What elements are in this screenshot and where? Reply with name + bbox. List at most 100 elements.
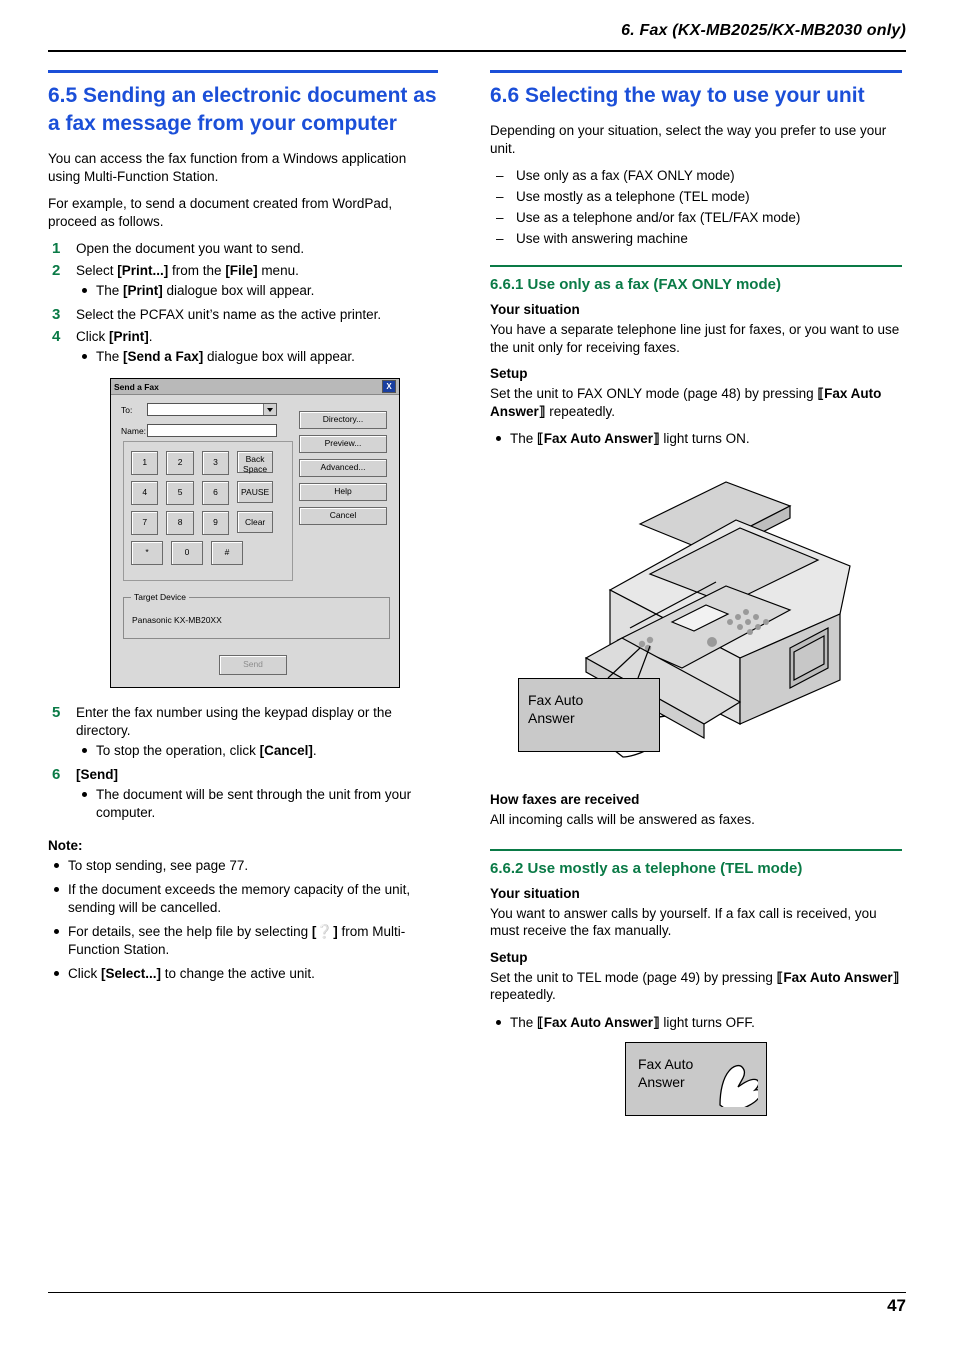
how-faxes-label: How faxes are received xyxy=(490,792,640,807)
option-1: Use only as a fax (FAX ONLY mode) xyxy=(490,167,902,185)
step-text: Select [Print...] from the [File] menu. xyxy=(76,263,299,278)
tel-mode-illustration: Fax Auto Answer xyxy=(490,1041,902,1142)
key-pause[interactable]: PAUSE xyxy=(237,481,274,503)
key-3[interactable]: 3 xyxy=(201,451,230,475)
key-9[interactable]: 9 xyxy=(201,511,230,535)
key-backspace[interactable]: Back Space xyxy=(237,451,274,474)
situation-label-2: Your situation xyxy=(490,885,580,901)
target-device-group: Target Device Panasonic KX-MB20XX xyxy=(123,592,390,639)
note-item-4: Click [Select...] to change the active u… xyxy=(48,965,438,983)
key-hash[interactable]: # xyxy=(211,541,243,565)
preview-button[interactable]: Preview... xyxy=(299,435,387,453)
target-device-value: Panasonic KX-MB20XX xyxy=(132,615,222,625)
keypad-row-3: 7 8 9 Clear xyxy=(131,511,281,535)
step-number: 1 xyxy=(52,240,61,257)
step-bullet-text: The document will be sent through the un… xyxy=(96,787,412,820)
step-5: 5 Enter the fax number using the keypad … xyxy=(48,704,438,760)
close-icon[interactable]: X xyxy=(382,380,396,393)
intro-paragraph-2: For example, to send a document created … xyxy=(48,196,393,229)
footer-rule xyxy=(48,1292,906,1293)
fax-auto-answer-callout-2: Fax Auto Answer xyxy=(625,1041,767,1116)
step-bullet: The [Send a Fax] dialogue box will appea… xyxy=(76,348,438,366)
key-2[interactable]: 2 xyxy=(166,451,194,475)
setup-bullet-2: The ⟦Fax Auto Answer⟧ light turns OFF. xyxy=(490,1014,902,1032)
how-faxes-text: All incoming calls will be answered as f… xyxy=(490,812,755,827)
hand-icon xyxy=(719,1064,758,1107)
setup-bullet: The ⟦Fax Auto Answer⟧ light turns ON. xyxy=(490,430,902,448)
dialog-title: Send a Fax xyxy=(114,381,159,392)
callout-label-2: Fax Auto Answer xyxy=(638,1055,694,1090)
key-4[interactable]: 4 xyxy=(131,481,159,505)
option-4: Use with answering machine xyxy=(490,230,902,248)
step-1: 1 Open the document you want to send. xyxy=(48,240,438,258)
help-question-icon: ❔ xyxy=(316,924,334,939)
setup-label: Setup xyxy=(490,366,528,381)
section-title-66: 6.6 Selecting the way to use your unit xyxy=(490,84,865,107)
intro-paragraph-1: You can access the fax function from a W… xyxy=(48,151,407,184)
option-3: Use as a telephone and/or fax (TEL/FAX m… xyxy=(490,209,902,227)
key-6[interactable]: 6 xyxy=(201,481,230,505)
keypad-row-1: 1 2 3 Back Space xyxy=(131,451,281,475)
step-4: 4 Click [Print]. The [Send a Fax] dialog… xyxy=(48,328,438,366)
directory-button[interactable]: Directory... xyxy=(299,411,387,429)
to-label: To: xyxy=(121,404,133,415)
step-text: [Send] xyxy=(76,767,118,782)
send-button[interactable]: Send xyxy=(219,655,287,675)
step-bullet: The [Print] dialogue box will appear. xyxy=(76,282,438,300)
step-6: 6 [Send] The document will be sent throu… xyxy=(48,766,438,822)
callout-label: Fax Auto Answer xyxy=(528,692,584,726)
keypad-row-4: * 0 # xyxy=(131,541,281,565)
key-8[interactable]: 8 xyxy=(166,511,194,535)
printer-illustration: Fax Auto Answer xyxy=(490,462,902,792)
situation-text: You have a separate telephone line just … xyxy=(490,322,900,355)
step-text: Open the document you want to send. xyxy=(76,241,305,256)
key-5[interactable]: 5 xyxy=(166,481,194,505)
advanced-button[interactable]: Advanced... xyxy=(299,459,387,477)
subsection-title-661: 6.6.1 Use only as a fax (FAX ONLY mode) xyxy=(490,276,781,293)
to-input[interactable] xyxy=(147,403,277,416)
note-item-2: If the document exceeds the memory capac… xyxy=(48,881,438,917)
subsection-rule-661 xyxy=(490,265,902,267)
note-item-3: For details, see the help file by select… xyxy=(48,923,438,959)
step-text: Enter the fax number using the keypad di… xyxy=(76,705,392,738)
subsection-title-662: 6.6.2 Use mostly as a telephone (TEL mod… xyxy=(490,859,803,877)
page-number: 47 xyxy=(887,1296,906,1315)
setup-text-2: Set the unit to TEL mode (page 49) by pr… xyxy=(490,969,900,1003)
fax-auto-answer-callout: Fax Auto Answer xyxy=(518,678,660,752)
step-number: 2 xyxy=(52,262,61,279)
situation-text-2: You want to answer calls by yourself. If… xyxy=(490,905,877,939)
help-button[interactable]: Help xyxy=(299,483,387,501)
key-1[interactable]: 1 xyxy=(131,451,159,475)
setup-label-2: Setup xyxy=(490,949,528,965)
page-header-title: 6. Fax (KX-MB2025/KX-MB2030 only) xyxy=(621,22,906,39)
key-0[interactable]: 0 xyxy=(171,541,203,565)
keypad: 1 2 3 BackSpace 4 5 6 PAUSE 7 8 9 Clear xyxy=(131,451,281,571)
name-input[interactable] xyxy=(147,424,277,437)
chevron-down-icon[interactable] xyxy=(263,404,276,415)
header-rule xyxy=(48,50,906,52)
name-label: Name: xyxy=(121,425,147,436)
key-star[interactable]: * xyxy=(131,541,163,565)
dialog-titlebar: Send a Fax X xyxy=(111,379,399,395)
document-page: 6. Fax (KX-MB2025/KX-MB2030 only) 47 6.5… xyxy=(0,0,954,1349)
dialog-button-column: Directory... Preview... Advanced... Help… xyxy=(299,411,387,531)
keypad-row-2: 4 5 6 PAUSE xyxy=(131,481,281,505)
note-label: Note: xyxy=(48,838,83,853)
target-device-legend: Target Device xyxy=(131,592,189,602)
step-number: 3 xyxy=(52,306,61,323)
step-bullet: To stop the operation, click [Cancel]. xyxy=(76,742,438,760)
step-3: 3 Select the PCFAX unit’s name as the ac… xyxy=(48,306,438,324)
left-column: 6.5 Sending an electronic document as a … xyxy=(48,70,438,989)
send-a-fax-dialog: Send a Fax X To: Name: Directory... Prev… xyxy=(110,378,400,688)
key-clear[interactable]: Clear xyxy=(237,511,274,533)
section-rule-65 xyxy=(48,70,438,73)
situation-label: Your situation xyxy=(490,302,580,317)
step-number: 4 xyxy=(52,328,61,345)
option-2: Use mostly as a telephone (TEL mode) xyxy=(490,188,902,206)
key-7[interactable]: 7 xyxy=(131,511,159,535)
step-bullet: The document will be sent through the un… xyxy=(76,786,438,822)
note-item-1: To stop sending, see page 77. xyxy=(48,857,438,875)
cancel-button[interactable]: Cancel xyxy=(299,507,387,525)
step-2: 2 Select [Print...] from the [File] menu… xyxy=(48,262,438,300)
subsection-rule-662 xyxy=(490,848,902,851)
